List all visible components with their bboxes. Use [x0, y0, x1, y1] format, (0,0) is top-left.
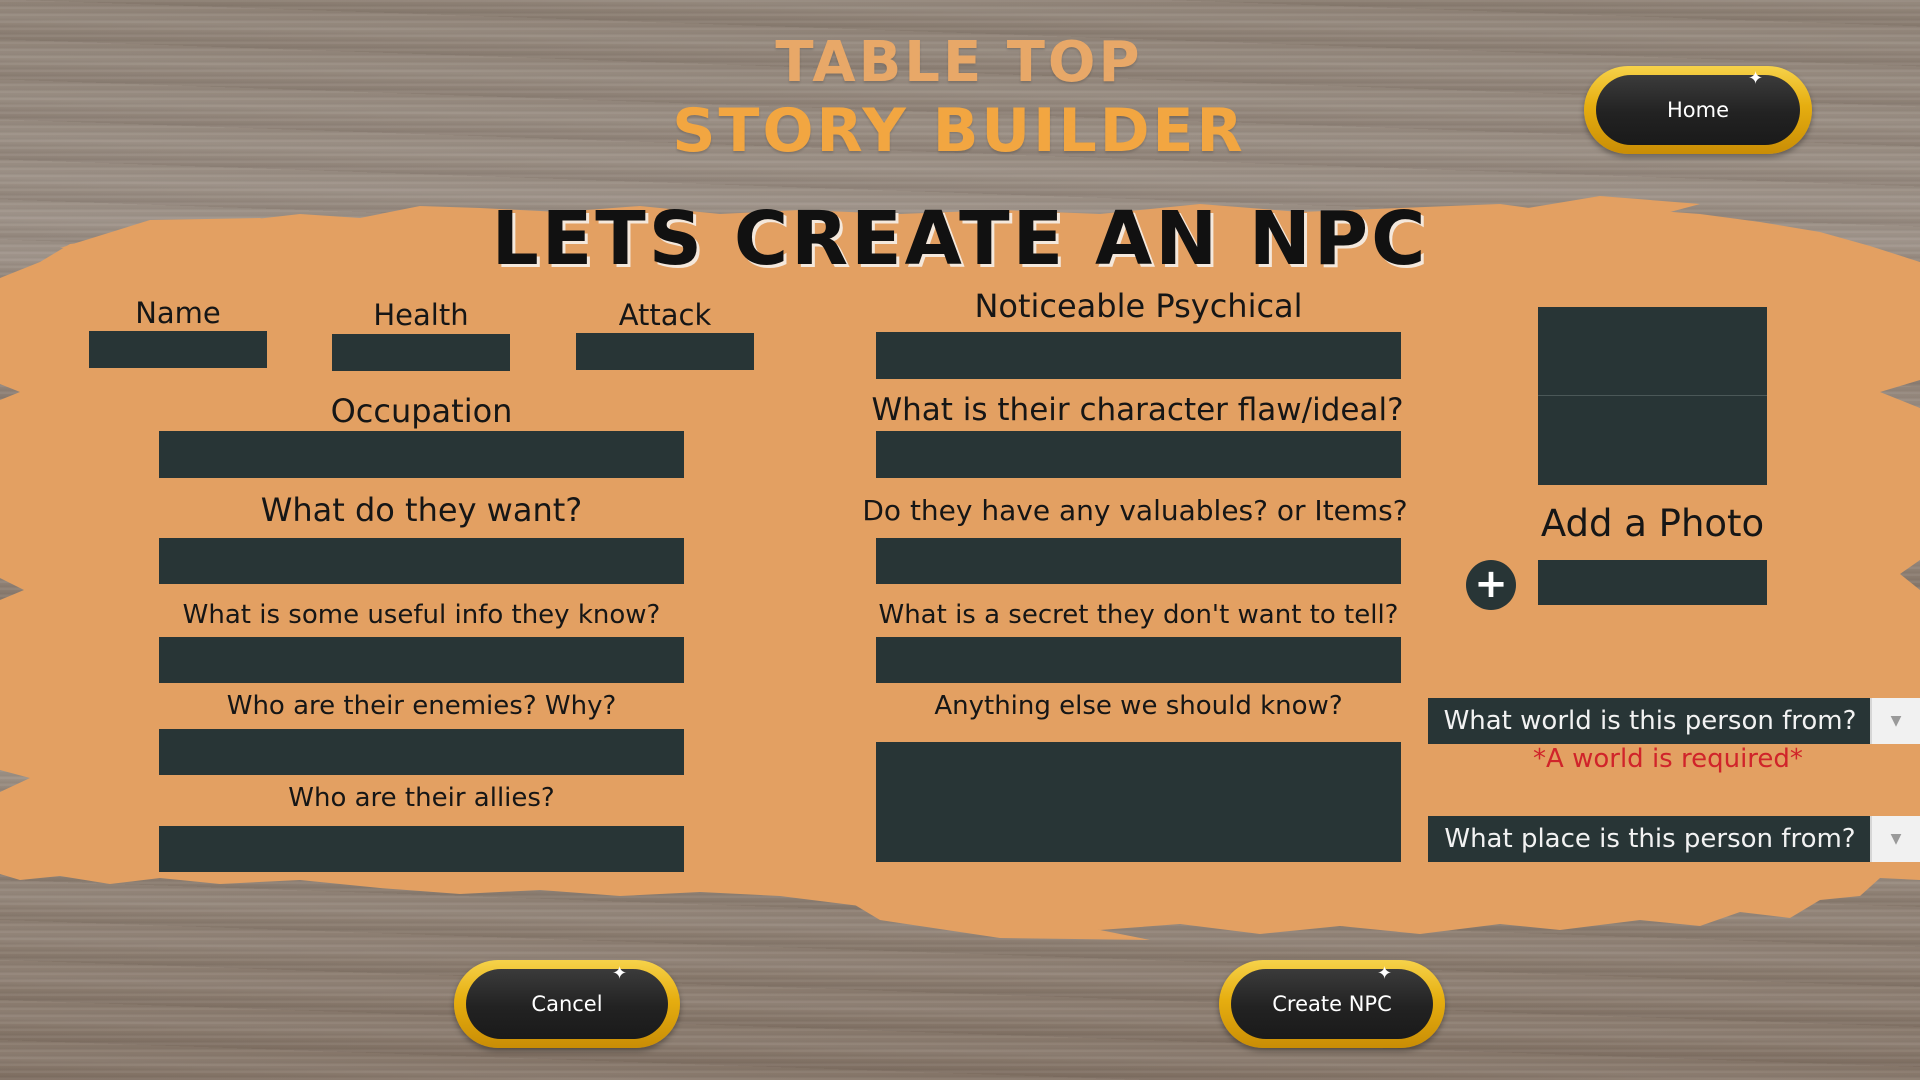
- enemies-label: Who are their enemies? Why?: [226, 691, 617, 721]
- add-photo-plus-icon[interactable]: +: [1466, 560, 1516, 610]
- place-select-text: What place is this person from?: [1444, 824, 1856, 854]
- sparkle-icon: ✦: [1377, 963, 1393, 984]
- page-heading: LETS CREATE AN NPC: [491, 196, 1429, 282]
- world-select[interactable]: What world is this person from? ▼: [1428, 698, 1920, 744]
- chevron-down-icon[interactable]: ▼: [1870, 698, 1920, 744]
- sparkle-icon: ✦: [612, 963, 628, 984]
- enemies-input[interactable]: [159, 729, 684, 775]
- cancel-button[interactable]: Cancel ✦: [454, 960, 680, 1048]
- chevron-down-icon[interactable]: ▼: [1870, 816, 1920, 862]
- allies-input[interactable]: [159, 826, 684, 872]
- flaw-label: What is their character flaw/ideal?: [871, 392, 1404, 428]
- photo-divider: [1538, 395, 1767, 396]
- cancel-button-label: Cancel: [466, 969, 668, 1039]
- world-select-text: What world is this person from?: [1443, 706, 1857, 736]
- sparkle-icon: ✦: [1748, 68, 1764, 89]
- photo-preview: [1538, 307, 1767, 485]
- photo-filename-input[interactable]: [1538, 560, 1767, 605]
- home-button[interactable]: Home ✦: [1584, 66, 1812, 154]
- name-input[interactable]: [89, 331, 267, 368]
- secret-input[interactable]: [876, 637, 1401, 683]
- home-button-label: Home: [1596, 75, 1800, 145]
- secret-label: What is a secret they don't want to tell…: [878, 600, 1399, 630]
- flaw-input[interactable]: [876, 431, 1401, 478]
- place-select[interactable]: What place is this person from? ▼: [1428, 816, 1920, 862]
- create-npc-button[interactable]: Create NPC ✦: [1219, 960, 1445, 1048]
- health-input[interactable]: [332, 334, 510, 371]
- attack-label: Attack: [618, 298, 712, 332]
- create-npc-button-label: Create NPC: [1231, 969, 1433, 1039]
- physical-label: Noticeable Psychical: [974, 287, 1303, 325]
- physical-input[interactable]: [876, 332, 1401, 379]
- world-error-text: *A world is required*: [1533, 744, 1803, 774]
- useful-info-label: What is some useful info they know?: [182, 600, 661, 630]
- want-label: What do they want?: [260, 491, 583, 529]
- add-photo-label: Add a Photo: [1540, 502, 1765, 545]
- anything-else-textarea[interactable]: [876, 742, 1401, 862]
- valuables-label: Do they have any valuables? or Items?: [862, 494, 1408, 527]
- anything-else-label: Anything else we should know?: [934, 691, 1343, 721]
- useful-info-input[interactable]: [159, 637, 684, 683]
- attack-input[interactable]: [576, 333, 754, 370]
- allies-label: Who are their allies?: [288, 783, 555, 813]
- occupation-input[interactable]: [159, 431, 684, 478]
- health-label: Health: [373, 298, 469, 332]
- name-label: Name: [135, 296, 221, 330]
- valuables-input[interactable]: [876, 538, 1401, 584]
- want-input[interactable]: [159, 538, 684, 584]
- occupation-label: Occupation: [330, 392, 513, 430]
